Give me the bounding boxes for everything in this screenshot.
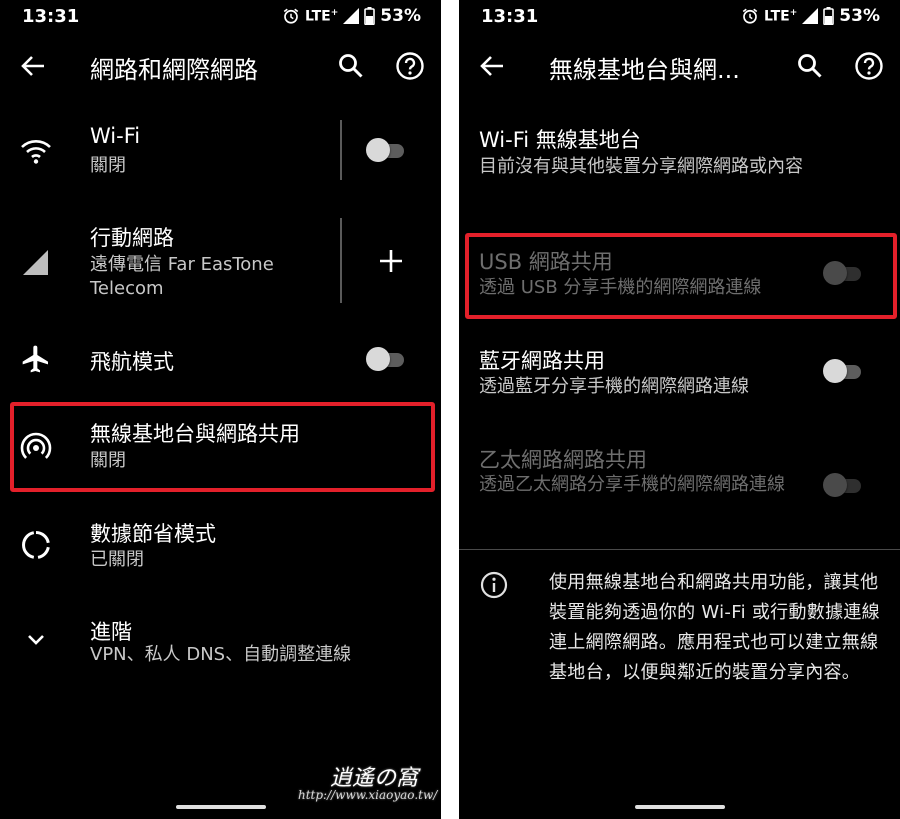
help-icon[interactable] [854,51,884,81]
settings-item-title: Wi-Fi 無線基地台 [479,128,641,152]
alarm-icon [742,8,758,24]
back-arrow-icon[interactable] [18,52,48,80]
settings-item-wifi-hotspot[interactable]: Wi-Fi 無線基地台 目前沒有與其他裝置分享網際網路或內容 [479,122,880,184]
network-type-sup: + [789,7,798,18]
settings-item-subtitle: 透過 USB 分享手機的網際網路連線 [479,277,762,298]
battery-icon [823,7,835,25]
chevron-down-icon [28,635,44,645]
settings-item-title: Wi-Fi [90,124,141,148]
airplane-mode-toggle[interactable] [366,346,408,372]
settings-item-usb-tethering: USB 網路共用 透過 USB 分享手機的網際網路連線 [479,244,880,306]
add-icon[interactable] [376,246,406,276]
airplane-icon [22,345,48,373]
settings-item-subtitle: VPN、私人 DNS、自動調整連線 [90,644,352,665]
settings-item-advanced[interactable]: 進階 VPN、私人 DNS、自動調整連線 [0,610,441,680]
settings-item-subtitle: 透過藍牙分享手機的網際網路連線 [479,376,749,397]
search-icon[interactable] [337,52,365,80]
settings-item-title: USB 網路共用 [479,250,613,274]
settings-item-title: 乙太網路網路共用 [479,448,647,472]
network-type: LTE [764,8,790,25]
page-title: 網路和網際網路 [90,56,258,84]
settings-item-hotspot-tethering[interactable]: 無線基地台與網路共用 關閉 [0,412,441,482]
signal-status-icon [343,8,360,24]
ethernet-tethering-toggle [823,472,865,498]
wifi-icon [21,140,51,164]
status-time: 13:31 [22,6,80,27]
settings-item-title: 行動網路 [90,226,174,250]
usb-tethering-toggle [823,260,865,286]
bluetooth-tethering-toggle[interactable] [823,358,865,384]
data-saver-icon [22,531,50,559]
help-icon[interactable] [395,51,425,81]
settings-item-title: 進階 [90,620,132,644]
right-phone-screen: 13:31 LTE+ 53% 無線基地台與網... Wi-Fi 無線基地台 目前… [459,0,900,819]
settings-item-title: 飛航模式 [90,350,174,374]
settings-item-title: 藍牙網路共用 [479,349,605,373]
left-phone-screen: 13:31 LTE+ 53% 網路和網際網路 Wi-Fi 關閉 行動網路 遠傳電… [0,0,441,819]
settings-item-subtitle: 關閉 [90,155,126,176]
settings-item-wifi[interactable]: Wi-Fi 關閉 [0,118,441,188]
settings-item-title: 無線基地台與網路共用 [90,422,300,446]
signal-status-icon [802,8,819,24]
info-icon [480,571,508,599]
page-title: 無線基地台與網... [549,56,740,84]
settings-item-ethernet-tethering: 乙太網路網路共用 透過乙太網路分享手機的網際網路連線 [479,442,880,532]
settings-item-subtitle: 目前沒有與其他裝置分享網際網路或內容 [479,156,803,177]
wifi-toggle[interactable] [366,137,408,163]
network-type-sup: + [330,7,339,18]
status-bar: 13:31 LTE+ 53% [459,0,900,34]
hotspot-icon [20,432,52,459]
divider [340,120,342,180]
settings-item-data-saver[interactable]: 數據節省模式 已關閉 [0,512,441,582]
signal-icon [23,250,48,275]
settings-item-subtitle: 透過乙太網路分享手機的網際網路連線 [479,474,785,495]
settings-item-subtitle: 遠傳電信 Far EasTone Telecom [90,254,274,299]
divider [340,218,342,303]
toolbar: 無線基地台與網... [459,40,900,92]
watermark-url: http://www.xiaoyao.tw/ [298,788,438,802]
settings-item-mobile-network[interactable]: 行動網路 遠傳電信 Far EasTone Telecom [0,218,441,304]
battery-icon [364,7,376,25]
status-bar: 13:31 LTE+ 53% [0,0,441,34]
battery-percent: 53% [380,6,421,26]
toolbar: 網路和網際網路 [0,40,441,92]
settings-item-subtitle: 已關閉 [90,549,144,570]
watermark: 逍遙の窩 http://www.xiaoyao.tw/ [290,760,480,810]
settings-item-airplane-mode[interactable]: 飛航模式 [0,338,441,382]
settings-item-subtitle: 關閉 [90,450,126,471]
status-time: 13:31 [481,6,539,27]
divider [459,549,900,550]
battery-percent: 53% [839,6,880,26]
gesture-nav-bar[interactable] [175,805,266,809]
settings-item-title: 數據節省模式 [90,522,216,546]
settings-item-bluetooth-tethering[interactable]: 藍牙網路共用 透過藍牙分享手機的網際網路連線 [479,343,880,405]
network-type: LTE [305,8,331,25]
gesture-nav-bar[interactable] [634,805,725,809]
back-arrow-icon[interactable] [477,52,507,80]
info-footer-text: 使用無線基地台和網路共用功能，讓其他裝置能夠透過你的 Wi-Fi 或行動數據連線… [549,572,880,683]
search-icon[interactable] [796,52,824,80]
alarm-icon [283,8,299,24]
